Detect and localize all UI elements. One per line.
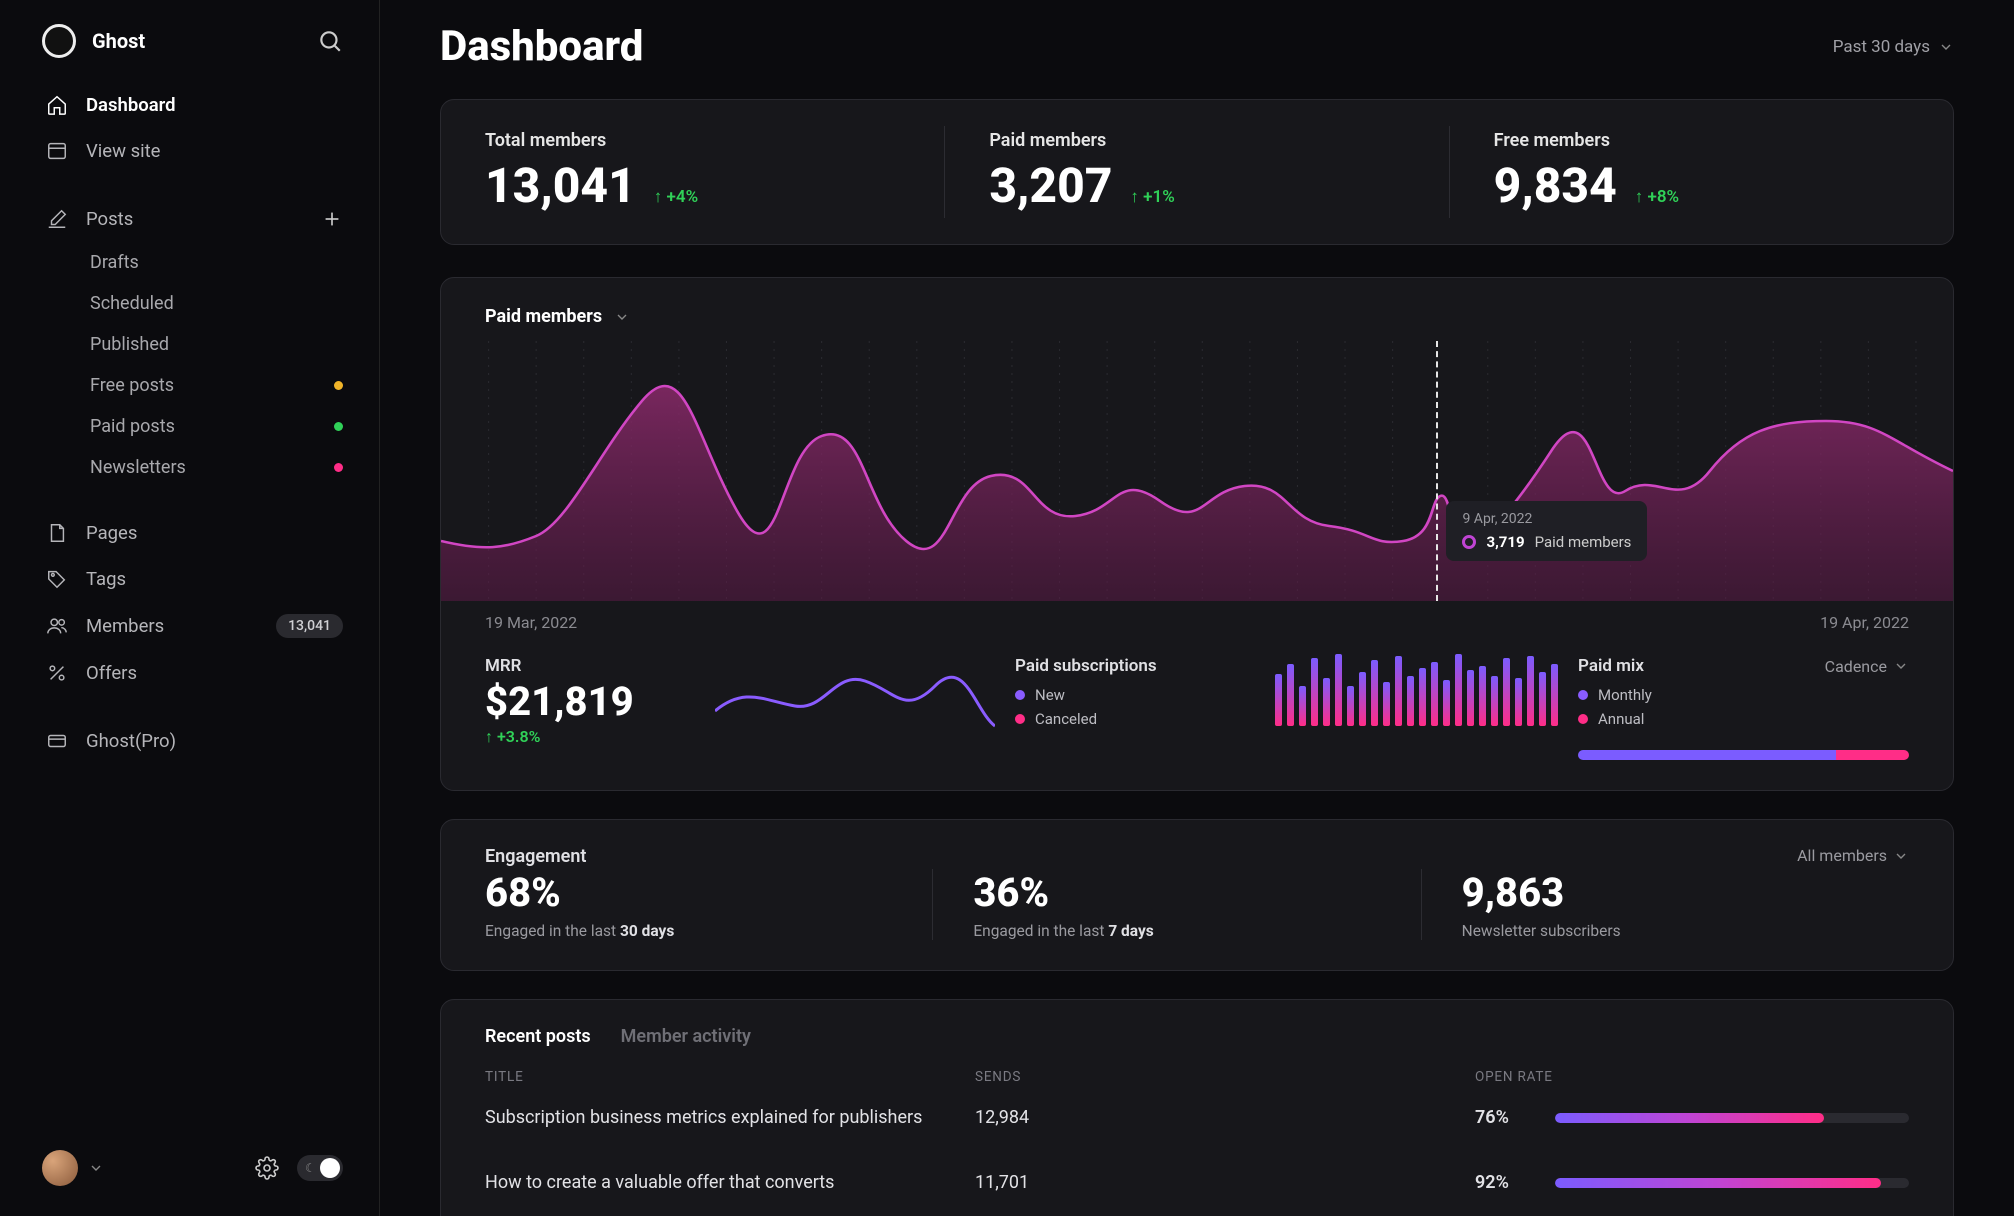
percent-icon: [46, 662, 68, 684]
engagement-filter-dropdown[interactable]: All members: [1797, 846, 1909, 865]
chevron-down-icon: [1893, 658, 1909, 674]
brand[interactable]: Ghost: [42, 24, 145, 58]
members-icon: [46, 615, 68, 637]
sidebar-item-pages[interactable]: Pages: [0, 510, 379, 556]
window-icon: [46, 140, 68, 162]
status-dot-icon: [334, 422, 343, 431]
chevron-down-icon[interactable]: [614, 309, 630, 325]
sidebar-sub-published[interactable]: Published: [0, 324, 379, 365]
table-row[interactable]: How to create a valuable offer that conv…: [485, 1150, 1909, 1215]
newsletter-subscribers[interactable]: 9,863 Newsletter subscribers: [1421, 869, 1909, 940]
chart-title: Paid members: [485, 306, 602, 327]
sidebar-sub-drafts[interactable]: Drafts: [0, 242, 379, 283]
stat-total-members[interactable]: Total members 13,041↑ +4%: [441, 126, 944, 218]
open-rate-bar: [1555, 1178, 1909, 1188]
chevron-down-icon: [1938, 39, 1954, 55]
theme-toggle[interactable]: ☾: [297, 1155, 343, 1181]
chart-date-range: 19 Mar, 2022 19 Apr, 2022: [441, 601, 1953, 632]
sub-metrics-row: MRR $21,819 ↑ +3.8% Paid subscriptions N…: [441, 632, 1953, 790]
home-icon: [46, 94, 68, 116]
paid-mix-bar: [1578, 750, 1909, 760]
table-row[interactable]: Subscription business metrics explained …: [485, 1085, 1909, 1150]
sidebar-item-view-site[interactable]: View site: [0, 128, 379, 174]
sidebar-header: Ghost: [0, 24, 379, 82]
sidebar-sub-scheduled[interactable]: Scheduled: [0, 283, 379, 324]
page-header: Dashboard Past 30 days: [440, 22, 1954, 71]
chart-cursor-line: [1436, 341, 1438, 601]
toggle-knob: [320, 1158, 340, 1178]
ghost-logo-icon: [42, 24, 76, 58]
page-title: Dashboard: [440, 22, 643, 71]
edit-icon: [46, 208, 68, 230]
sidebar-item-label: View site: [86, 140, 343, 162]
stat-paid-members[interactable]: Paid members 3,207↑ +1%: [944, 126, 1448, 218]
plus-icon[interactable]: [321, 208, 343, 230]
series-dot-icon: [1462, 535, 1476, 549]
chevron-down-icon: [1893, 848, 1909, 864]
mrr-sparkline: [715, 656, 995, 740]
paid-mix-block[interactable]: Paid mix Cadence Monthly Annual: [1578, 656, 1909, 760]
stats-card: Total members 13,041↑ +4% Paid members 3…: [440, 99, 1954, 245]
moon-icon: ☾: [305, 1161, 316, 1175]
date-range-dropdown[interactable]: Past 30 days: [1833, 37, 1954, 57]
sidebar-sub-free-posts[interactable]: Free posts: [0, 365, 379, 406]
sidebar-item-offers[interactable]: Offers: [0, 650, 379, 696]
avatar: [42, 1150, 78, 1186]
status-dot-icon: [334, 463, 343, 472]
user-menu[interactable]: [42, 1150, 104, 1186]
engagement-7d[interactable]: 36% Engaged in the last 7 days: [932, 869, 1420, 940]
posts-table-head: TITLE SENDS OPEN RATE: [485, 1069, 1909, 1085]
members-count-badge: 13,041: [276, 614, 343, 638]
sidebar-sub-paid-posts[interactable]: Paid posts: [0, 406, 379, 447]
paid-members-chart-card: Paid members 9 Apr, 2022: [440, 277, 1954, 791]
chart-tooltip: 9 Apr, 2022 3,719 Paid members: [1446, 501, 1647, 561]
search-icon[interactable]: [317, 28, 343, 54]
sidebar-item-label: Posts: [86, 208, 303, 230]
page-icon: [46, 522, 68, 544]
gear-icon[interactable]: [255, 1156, 279, 1180]
cadence-dropdown[interactable]: Cadence: [1825, 657, 1909, 676]
sidebar: Ghost Dashboard View site Posts Drafts S…: [0, 0, 380, 1216]
sidebar-item-posts[interactable]: Posts: [0, 196, 379, 242]
sidebar-item-members[interactable]: Members 13,041: [0, 602, 379, 650]
stat-free-members[interactable]: Free members 9,834↑ +8%: [1449, 126, 1953, 218]
engagement-title: Engagement: [485, 846, 586, 867]
paid-members-chart[interactable]: 9 Apr, 2022 3,719 Paid members: [441, 341, 1953, 601]
engagement-card: Engagement All members 68% Engaged in th…: [440, 819, 1954, 971]
sidebar-footer: ☾: [0, 1150, 379, 1196]
sidebar-sub-newsletters[interactable]: Newsletters: [0, 447, 379, 488]
recent-posts-card: Recent posts Member activity TITLE SENDS…: [440, 999, 1954, 1216]
sidebar-nav: Dashboard View site Posts Drafts Schedul…: [0, 82, 379, 1150]
posts-tabs: Recent posts Member activity: [485, 1026, 1909, 1047]
engagement-30d[interactable]: 68% Engaged in the last 30 days: [485, 869, 932, 940]
status-dot-icon: [334, 381, 343, 390]
paid-subscriptions-block[interactable]: Paid subscriptions New Canceled: [1015, 656, 1255, 728]
mrr-block[interactable]: MRR $21,819 ↑ +3.8%: [485, 656, 695, 747]
sidebar-item-tags[interactable]: Tags: [0, 556, 379, 602]
sidebar-item-dashboard[interactable]: Dashboard: [0, 82, 379, 128]
tab-recent-posts[interactable]: Recent posts: [485, 1026, 591, 1047]
main-content: Dashboard Past 30 days Total members 13,…: [380, 0, 2014, 1216]
brand-name: Ghost: [92, 29, 145, 53]
sidebar-item-label: Dashboard: [86, 94, 343, 116]
tab-member-activity[interactable]: Member activity: [621, 1026, 751, 1047]
sidebar-item-ghostpro[interactable]: Ghost(Pro): [0, 718, 379, 764]
subscriptions-bars: [1275, 656, 1558, 726]
open-rate-bar: [1555, 1113, 1909, 1123]
tag-icon: [46, 568, 68, 590]
chevron-down-icon: [88, 1160, 104, 1176]
card-icon: [46, 730, 68, 752]
